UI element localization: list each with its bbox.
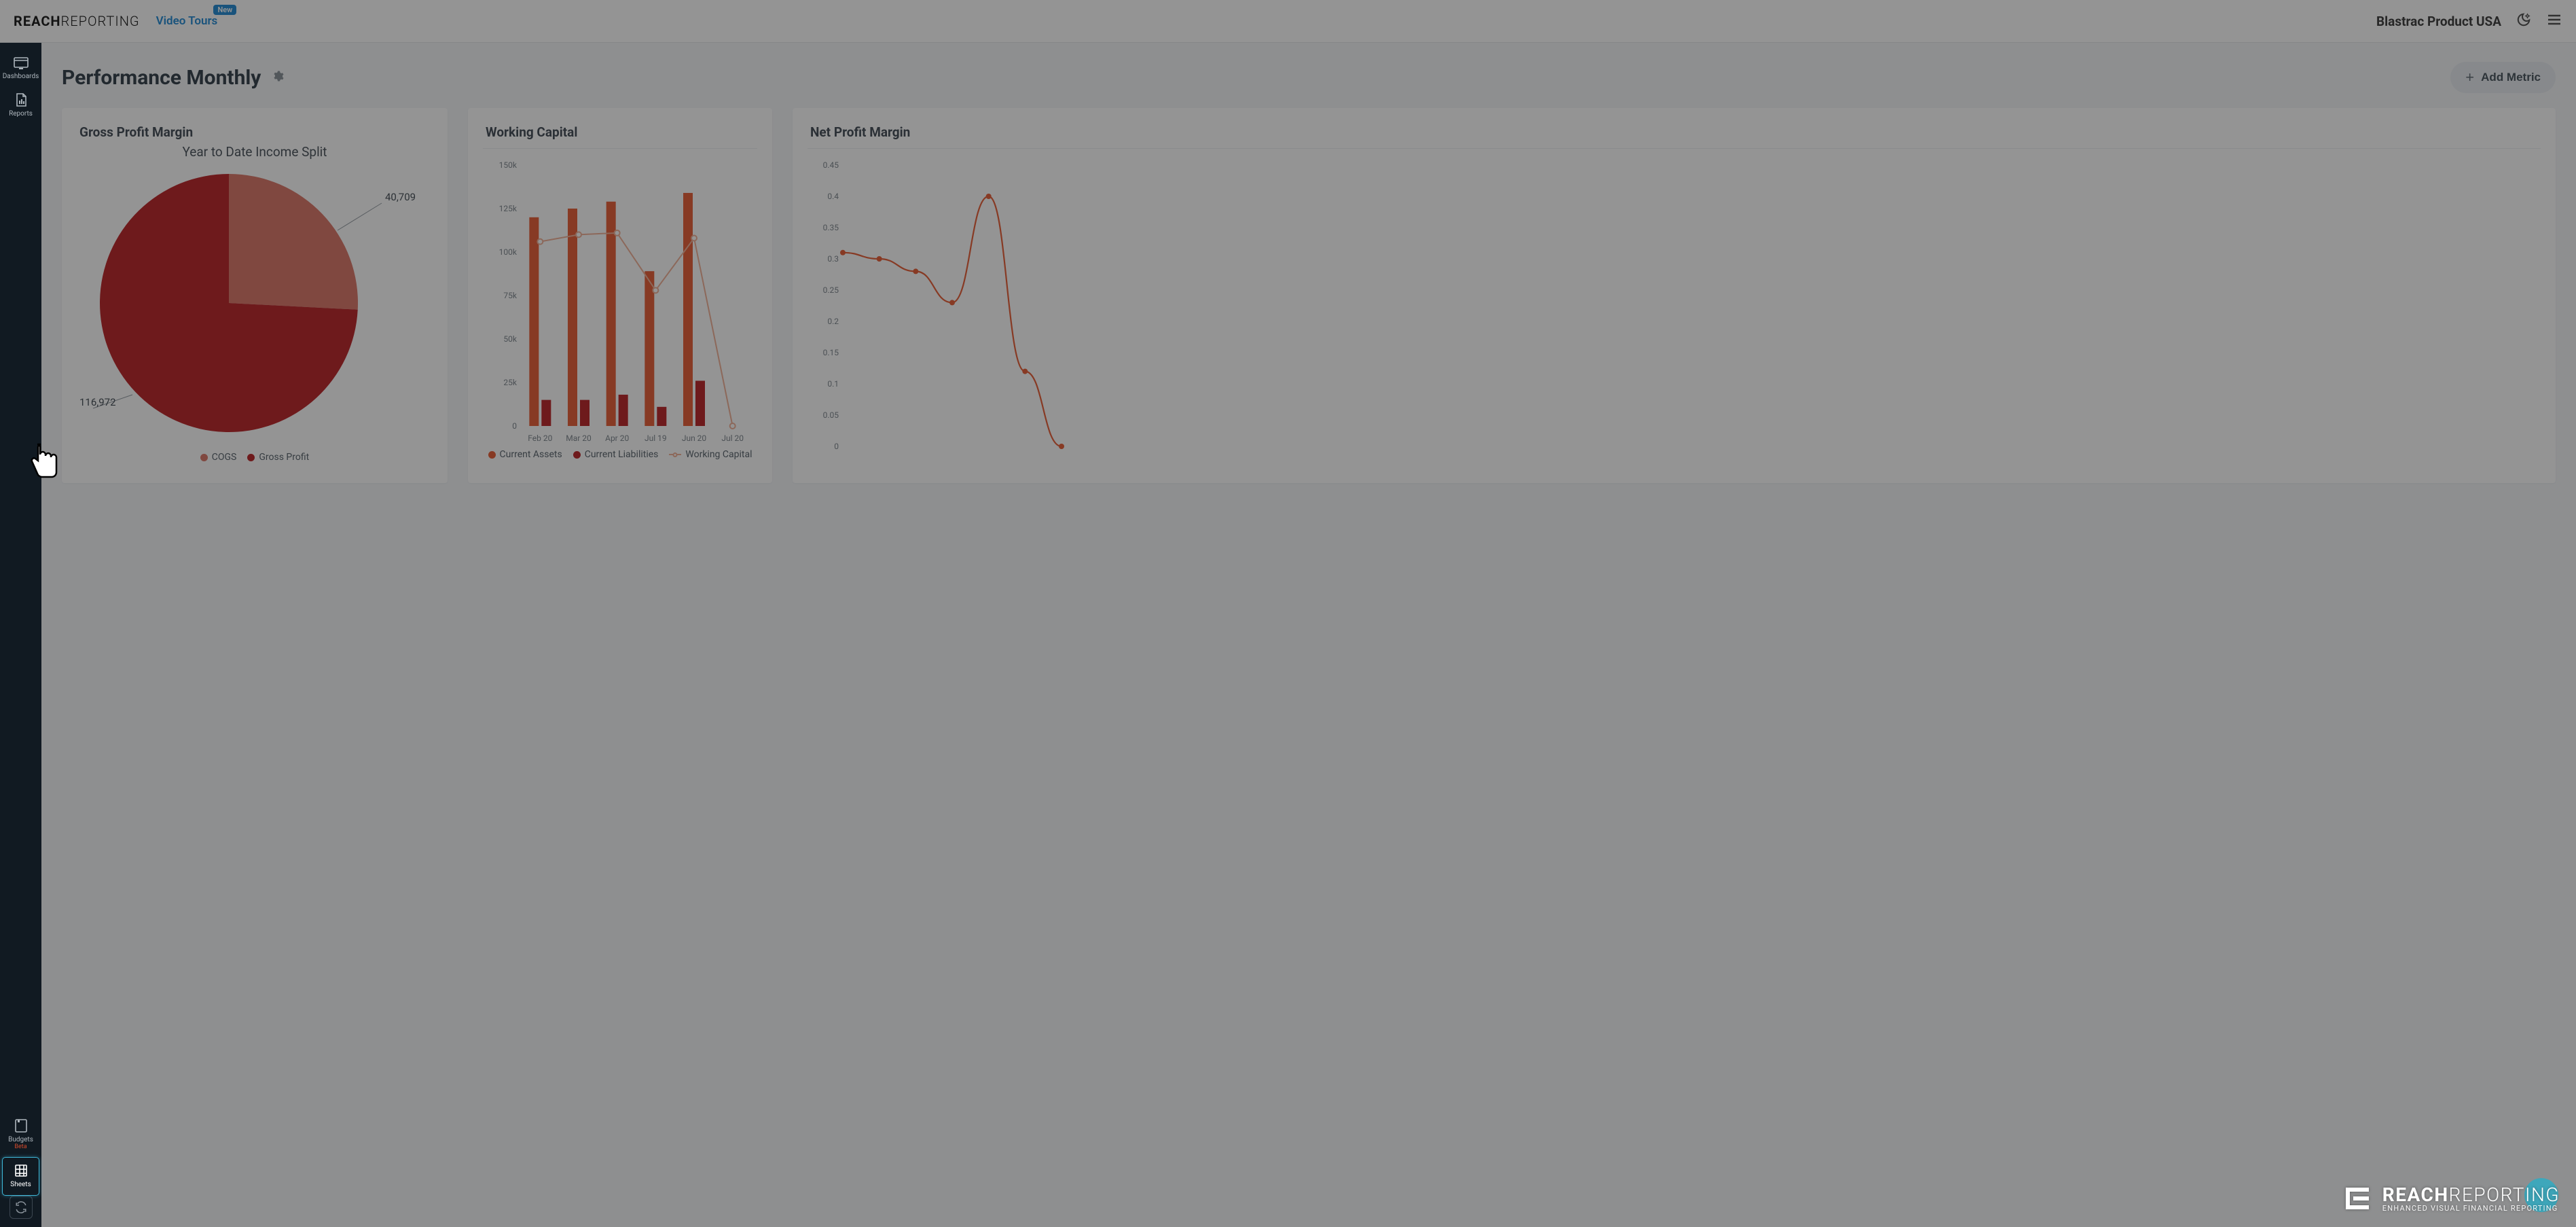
chart-subtitle: Year to Date Income Split bbox=[79, 144, 430, 160]
svg-text:Apr 20: Apr 20 bbox=[605, 433, 629, 443]
card-gross-profit-margin: Gross Profit Margin Year to Date Income … bbox=[62, 108, 448, 483]
svg-text:0.05: 0.05 bbox=[823, 410, 839, 420]
sidebar-item-budgets[interactable]: Budgets Beta bbox=[0, 1113, 41, 1157]
svg-text:Jul 19: Jul 19 bbox=[645, 433, 667, 443]
svg-text:0.3: 0.3 bbox=[827, 254, 839, 264]
pie-chart: 40,709 116,972 bbox=[79, 171, 430, 449]
app-header: REACHREPORTING Video Tours New Blastrac … bbox=[0, 0, 2576, 43]
main-content: Performance Monthly + Add Metric Gross P… bbox=[41, 43, 2576, 1227]
new-badge: New bbox=[213, 5, 236, 15]
card-net-profit-margin: Net Profit Margin 0 0.05 0.1 0.15 0.2 0.25 0.3… bbox=[793, 108, 2556, 483]
watermark-logo: REACHREPORTING ENHANCED VISUAL FINANCIAL… bbox=[2343, 1184, 2560, 1213]
svg-text:125k: 125k bbox=[499, 204, 518, 213]
svg-text:150k: 150k bbox=[499, 161, 518, 170]
svg-text:50k: 50k bbox=[503, 334, 517, 344]
svg-text:0.4: 0.4 bbox=[827, 192, 839, 201]
sidebar-item-label: Dashboards bbox=[3, 73, 39, 80]
svg-text:Jul 20: Jul 20 bbox=[721, 433, 744, 443]
sidebar-item-label: Sheets bbox=[10, 1181, 31, 1188]
sidebar-item-reports[interactable]: Reports bbox=[0, 87, 41, 124]
sync-button[interactable] bbox=[10, 1196, 33, 1219]
svg-text:0.2: 0.2 bbox=[827, 317, 839, 326]
svg-text:Jun 20: Jun 20 bbox=[682, 433, 707, 443]
svg-text:0: 0 bbox=[834, 442, 839, 451]
chart-legend: COGSGross Profit bbox=[79, 452, 430, 463]
hamburger-menu-icon[interactable] bbox=[2546, 12, 2562, 31]
page-title: Performance Monthly bbox=[62, 66, 261, 90]
add-metric-button[interactable]: + Add Metric bbox=[2450, 62, 2556, 93]
card-title: Gross Profit Margin bbox=[79, 124, 430, 140]
svg-text:Feb 20: Feb 20 bbox=[528, 433, 552, 443]
plus-icon: + bbox=[2465, 69, 2474, 86]
card-title: Working Capital bbox=[486, 124, 755, 140]
card-working-capital: Working Capital 0 25k 50k 75k 100k 125k 150k Fe… bbox=[468, 108, 772, 483]
card-title: Net Profit Margin bbox=[810, 124, 2538, 140]
gear-icon[interactable] bbox=[272, 70, 284, 85]
theme-toggle-icon[interactable] bbox=[2516, 12, 2531, 30]
company-selector[interactable]: Blastrac Product USA bbox=[2376, 14, 2501, 29]
sidebar-item-label: Reports bbox=[9, 110, 33, 118]
beta-badge: Beta bbox=[0, 1143, 41, 1150]
sidebar-item-sheets[interactable]: Sheets bbox=[2, 1157, 39, 1196]
svg-text:25k: 25k bbox=[503, 378, 517, 387]
chart-legend: Current AssetsCurrent LiabilitiesWorking… bbox=[486, 449, 755, 460]
line-chart: 0 0.05 0.1 0.15 0.2 0.25 0.3 0.35 0.4 0.45 bbox=[810, 161, 1068, 467]
sidebar-item-label: Budgets bbox=[8, 1136, 33, 1143]
sidebar-item-dashboards[interactable]: Dashboards bbox=[0, 51, 41, 87]
video-tours-link[interactable]: Video Tours New bbox=[156, 14, 218, 28]
svg-text:0.35: 0.35 bbox=[823, 223, 839, 232]
svg-text:116,972: 116,972 bbox=[79, 396, 116, 408]
sidebar: Dashboards Reports Budgets Beta Sheets bbox=[0, 43, 41, 1227]
svg-text:0.25: 0.25 bbox=[823, 285, 839, 295]
svg-text:100k: 100k bbox=[499, 247, 518, 257]
svg-text:0: 0 bbox=[512, 421, 517, 431]
brand-logo: REACHREPORTING bbox=[14, 13, 140, 29]
svg-text:0.45: 0.45 bbox=[823, 161, 839, 170]
svg-text:0.1: 0.1 bbox=[827, 379, 839, 389]
svg-text:0.15: 0.15 bbox=[823, 348, 839, 357]
svg-text:40,709: 40,709 bbox=[385, 191, 416, 203]
bar-chart: 0 25k 50k 75k 100k 125k 150k Feb 20 Mar 20 Apr 20… bbox=[486, 161, 757, 446]
svg-text:75k: 75k bbox=[503, 291, 517, 300]
svg-text:Mar 20: Mar 20 bbox=[566, 433, 592, 443]
